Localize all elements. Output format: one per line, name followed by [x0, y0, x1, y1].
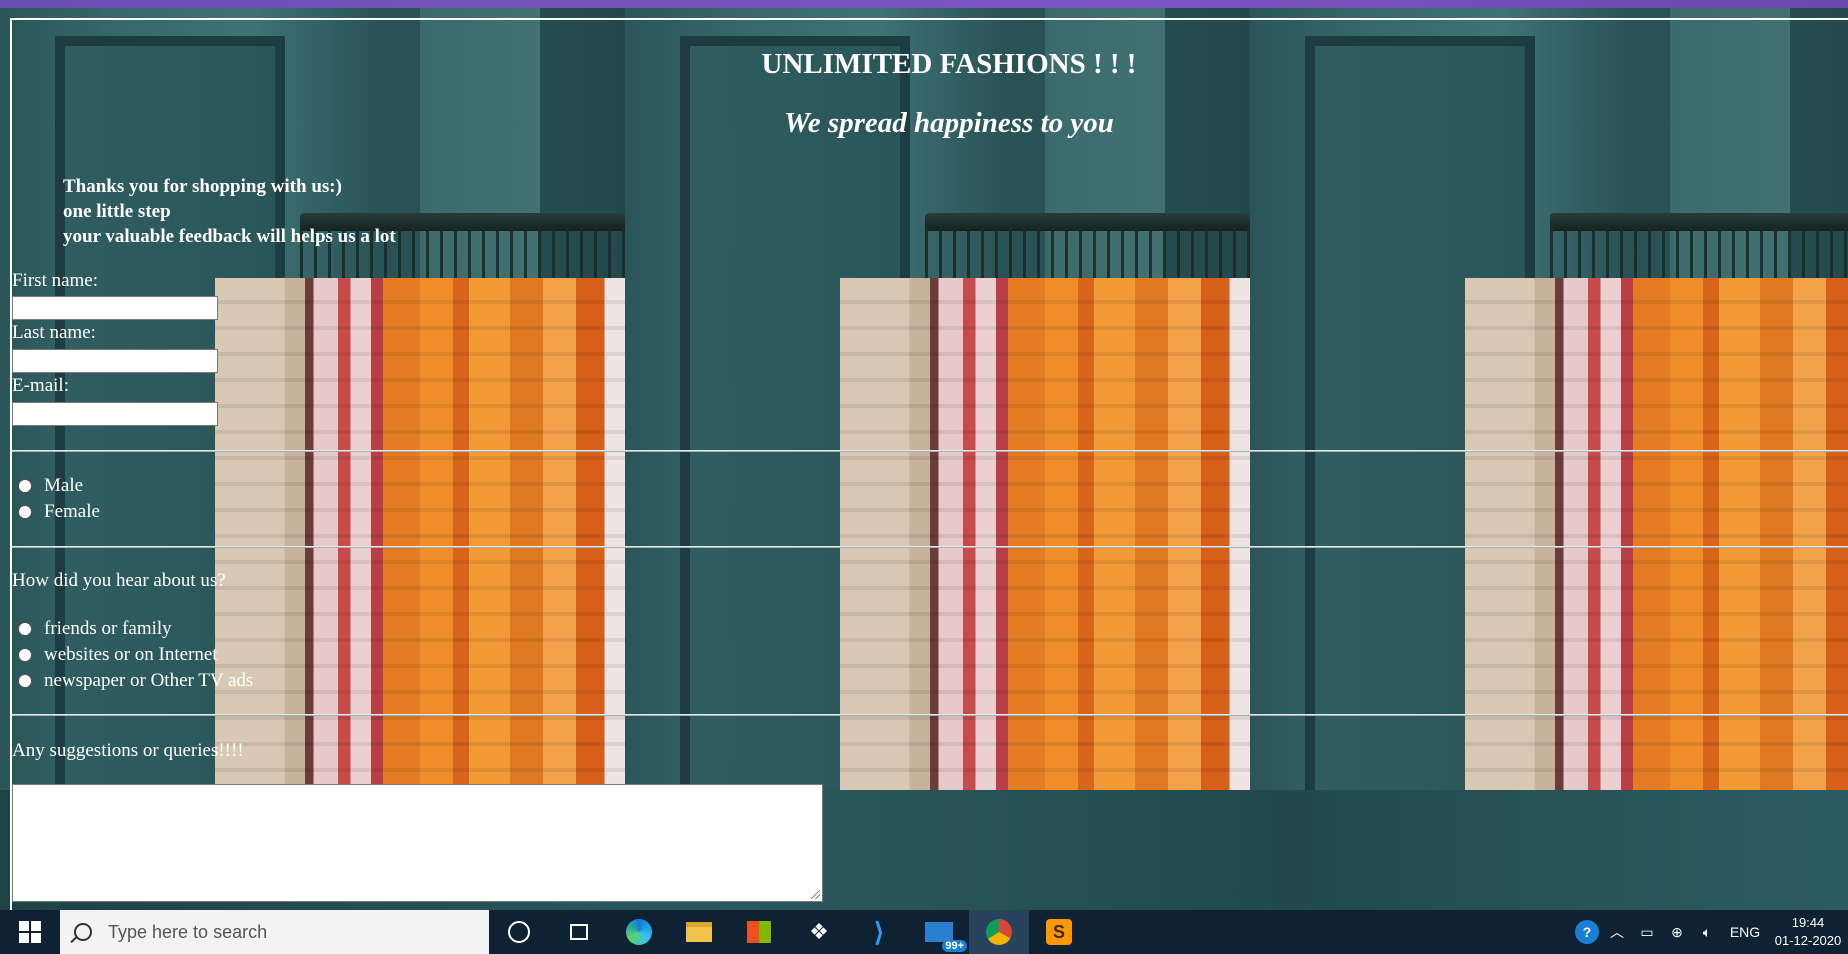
store-button[interactable] [729, 910, 789, 954]
gender-option-male[interactable]: Male [18, 475, 83, 497]
radio-label: Male [44, 475, 84, 496]
page-viewport: UNLIMITED FASHIONS ! ! ! We spread happi… [0, 8, 1848, 910]
intro-line: your valuable feedback will helps us a l… [63, 226, 396, 247]
page-tagline: We spread happiness to you [784, 107, 1114, 139]
taskbar: Type here to search ❖ ⟩ 99+ S ? ︿ ▭ ⊕ 🔈︎… [0, 910, 1848, 954]
chevron-up-icon[interactable]: ︿ [1602, 922, 1632, 942]
search-placeholder: Type here to search [108, 921, 268, 942]
sublime-icon: S [1046, 919, 1072, 945]
radio-button[interactable] [18, 648, 32, 662]
start-button[interactable] [0, 910, 60, 954]
intro-line: one little step [63, 201, 171, 222]
email-field[interactable] [12, 402, 218, 426]
radio-button[interactable] [18, 622, 32, 636]
page-title: UNLIMITED FASHIONS ! ! ! [761, 48, 1137, 80]
vscode-icon: ⟩ [873, 916, 885, 947]
mail-icon [925, 922, 953, 942]
cortana-button[interactable] [489, 910, 549, 954]
search-icon [74, 923, 92, 941]
chrome-button[interactable] [969, 910, 1029, 954]
first-name-label: First name: [12, 270, 99, 291]
edge-icon [626, 919, 652, 945]
battery-icon[interactable]: ▭ [1632, 924, 1662, 941]
resize-grip-icon[interactable] [811, 890, 820, 899]
dropbox-icon: ❖ [809, 919, 829, 944]
cortana-icon [508, 921, 530, 943]
help-icon[interactable]: ? [1572, 920, 1602, 944]
section-divider [12, 546, 1848, 548]
radio-button[interactable] [18, 505, 32, 519]
radio-label: websites or on Internet [44, 644, 218, 665]
task-view-button[interactable] [549, 910, 609, 954]
system-tray: ? ︿ ▭ ⊕ 🔈︎ ENG 19:44 01-12-2020 [1572, 910, 1848, 954]
clock-date: 01-12-2020 [1774, 933, 1842, 948]
intro-text: Thanks you for shopping with us:) one li… [63, 174, 396, 249]
section-divider [12, 714, 1848, 716]
last-name-label: Last name: [12, 322, 96, 343]
task-view-icon [570, 924, 588, 940]
taskbar-search[interactable]: Type here to search [60, 910, 489, 954]
hear-option-newspaper[interactable]: newspaper or Other TV ads [18, 670, 253, 692]
radio-label: friends or family [44, 618, 172, 639]
intro-line: Thanks you for shopping with us:) [63, 176, 342, 197]
radio-button[interactable] [18, 479, 32, 493]
clock-time: 19:44 [1791, 915, 1825, 930]
language-indicator[interactable]: ENG [1722, 924, 1768, 940]
radio-label: newspaper or Other TV ads [44, 670, 254, 691]
mail-button[interactable]: 99+ [909, 910, 969, 954]
clock[interactable]: 19:44 01-12-2020 [1768, 914, 1848, 950]
hear-option-friends[interactable]: friends or family [18, 618, 172, 640]
gender-option-female[interactable]: Female [18, 501, 100, 523]
section-divider [12, 450, 1848, 452]
radio-button[interactable] [18, 674, 32, 688]
file-explorer-button[interactable] [669, 910, 729, 954]
hear-option-websites[interactable]: websites or on Internet [18, 644, 218, 666]
radio-label: Female [44, 501, 100, 522]
first-name-field[interactable] [12, 296, 218, 320]
suggestions-label: Any suggestions or queries!!!! [12, 740, 244, 761]
vscode-button[interactable]: ⟩ [849, 910, 909, 954]
suggestions-textarea[interactable] [12, 784, 823, 902]
email-label: E-mail: [12, 375, 69, 396]
file-explorer-icon [686, 922, 712, 942]
dropbox-button[interactable]: ❖ [789, 910, 849, 954]
hear-about-question: How did you hear about us? [12, 570, 226, 591]
windows-start-icon [19, 921, 41, 943]
edge-button[interactable] [609, 910, 669, 954]
mail-badge: 99+ [942, 940, 967, 952]
chrome-icon [986, 919, 1012, 945]
network-icon[interactable]: ⊕ [1662, 924, 1692, 941]
window-top-strip [0, 0, 1848, 8]
store-icon [747, 921, 771, 943]
page-border-frame [10, 18, 1848, 910]
last-name-field[interactable] [12, 349, 218, 373]
volume-icon[interactable]: 🔈︎ [1692, 924, 1722, 941]
sublime-button[interactable]: S [1029, 910, 1089, 954]
